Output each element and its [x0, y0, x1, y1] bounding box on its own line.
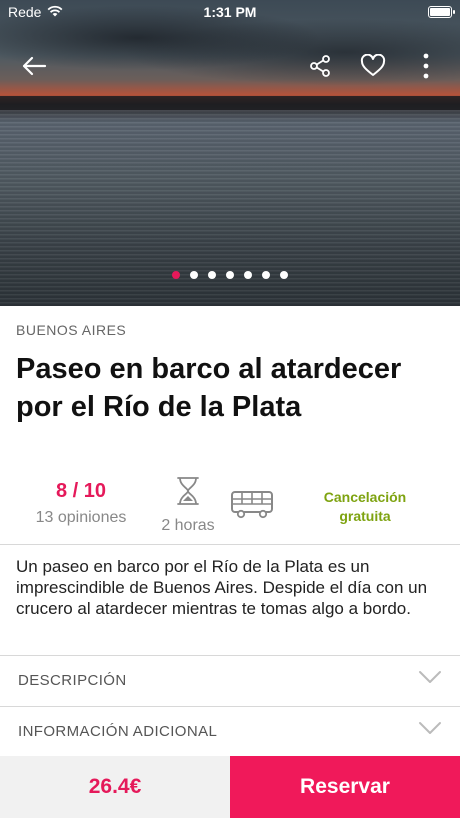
price-label: 26.4€: [0, 756, 230, 818]
rating-block[interactable]: 8 / 10 13 opiniones: [26, 480, 136, 527]
chevron-down-icon: [418, 721, 442, 740]
back-arrow-icon: [21, 55, 47, 82]
accordion-label: INFORMACIÓN ADICIONAL: [18, 723, 218, 740]
more-vertical-icon: [422, 53, 430, 84]
transport-block: [230, 490, 274, 525]
more-options-button[interactable]: [410, 52, 442, 84]
free-cancellation-badge: Cancelación gratuita: [323, 489, 407, 524]
carousel-dot[interactable]: [172, 271, 180, 279]
duration-text: 2 horas: [161, 517, 215, 534]
key-facts: 8 / 10 13 opiniones 2 horas Cancelación …: [0, 476, 460, 544]
carousel-dot[interactable]: [190, 271, 198, 279]
reviews-count: 13 opiniones: [35, 509, 127, 526]
hero-skyline: [0, 96, 460, 110]
share-button[interactable]: [304, 52, 336, 84]
carousel-dot[interactable]: [244, 271, 252, 279]
carousel-dot[interactable]: [280, 271, 288, 279]
carousel-dot[interactable]: [226, 271, 234, 279]
carousel-dot[interactable]: [262, 271, 270, 279]
share-icon: [308, 54, 332, 83]
carousel-indicator[interactable]: [0, 271, 460, 279]
accordion-label: DESCRIPCIÓN: [18, 672, 127, 689]
heart-icon: [360, 53, 386, 83]
booking-bar: 26.4€ Reservar: [0, 756, 460, 818]
duration-block: 2 horas: [152, 476, 224, 535]
divider: [0, 544, 460, 545]
back-button[interactable]: [18, 52, 50, 84]
status-bar: Rede 1:31 PM: [0, 0, 460, 24]
status-time: 1:31 PM: [203, 4, 257, 20]
reserve-button[interactable]: Reservar: [230, 756, 460, 818]
hero-image[interactable]: [0, 0, 460, 306]
city-label: BUENOS AIRES: [16, 322, 127, 338]
tour-description: Un paseo en barco por el Río de la Plata…: [16, 557, 428, 618]
bus-icon: [230, 491, 274, 524]
accordion-description[interactable]: DESCRIPCIÓN: [0, 656, 460, 706]
carousel-dot[interactable]: [208, 271, 216, 279]
rating-score: 8 / 10: [55, 480, 107, 502]
chevron-down-icon: [418, 670, 442, 689]
accordion-additional-info[interactable]: INFORMACIÓN ADICIONAL: [0, 707, 460, 757]
hourglass-icon: [174, 477, 202, 510]
favorite-button[interactable]: [357, 52, 389, 84]
battery-icon: [428, 6, 455, 18]
page-title: Paseo en barco al atardecer por el Río d…: [16, 353, 402, 423]
